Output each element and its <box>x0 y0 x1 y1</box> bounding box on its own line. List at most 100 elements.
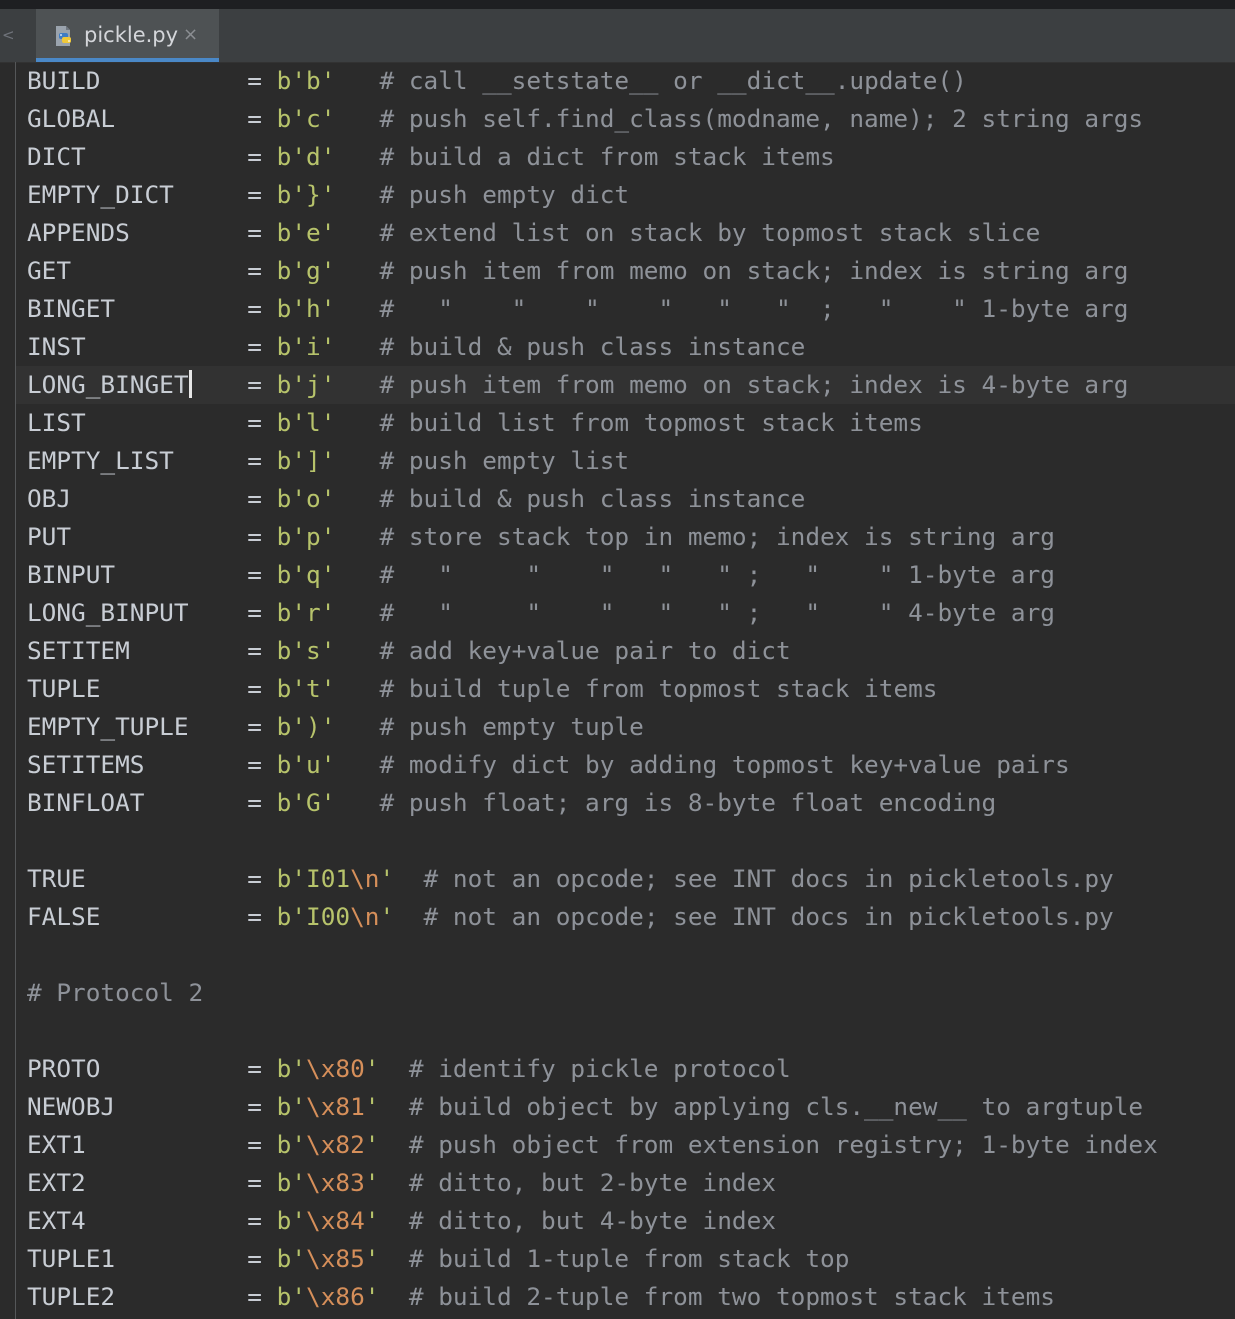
code-line[interactable]: BINPUT = b'q' # " " " " " ; " " 1-byte a… <box>16 556 1235 594</box>
code-text: EMPTY_LIST = b']' # push empty list <box>27 446 629 476</box>
code-line[interactable]: TUPLE = b't' # build tuple from topmost … <box>16 670 1235 708</box>
constant-name: PUT <box>27 522 72 551</box>
constant-name: EMPTY_TUPLE <box>27 712 189 741</box>
code-line[interactable]: PUT = b'p' # store stack top in memo; in… <box>16 518 1235 556</box>
code-line[interactable]: EXT4 = b'\x84' # ditto, but 4-byte index <box>16 1202 1235 1240</box>
code-editor[interactable]: BUILD = b'b' # call __setstate__ or __di… <box>0 62 1235 1319</box>
bytes-literal: b'u' <box>276 750 336 779</box>
assignment-operator: = <box>247 902 277 931</box>
comment-padding <box>335 66 379 95</box>
code-line[interactable]: SETITEM = b's' # add key+value pair to d… <box>16 632 1235 670</box>
comment-padding <box>335 750 379 779</box>
assignment-operator: = <box>247 332 277 361</box>
assignment-operator: = <box>247 1168 277 1197</box>
comment-padding <box>379 1092 408 1121</box>
inline-comment: # push float; arg is 8-byte float encodi… <box>379 788 997 817</box>
code-text: EXT2 = b'\x83' # ditto, but 2-byte index <box>27 1168 776 1198</box>
code-line[interactable]: LONG_BINPUT = b'r' # " " " " " ; " " 4-b… <box>16 594 1235 632</box>
code-line[interactable]: LIST = b'l' # build list from topmost st… <box>16 404 1235 442</box>
code-line[interactable]: SETITEMS = b'u' # modify dict by adding … <box>16 746 1235 784</box>
comment-padding <box>335 294 379 323</box>
code-line[interactable]: EMPTY_LIST = b']' # push empty list <box>16 442 1235 480</box>
assignment-operator: = <box>247 864 277 893</box>
assignment-operator: = <box>247 674 277 703</box>
tab-pickle-py[interactable]: pickle.py × <box>36 9 219 62</box>
bytes-literal: b'q' <box>276 560 336 589</box>
code-line[interactable]: LONG_BINGET = b'j' # push item from memo… <box>16 366 1235 404</box>
close-tab-icon[interactable]: × <box>183 25 198 45</box>
code-text: TRUE = b'I01\n' # not an opcode; see INT… <box>27 864 1114 894</box>
escape-sequence: \x80 <box>306 1054 365 1083</box>
bytes-literal: b'l' <box>276 408 336 437</box>
code-line[interactable]: BINFLOAT = b'G' # push float; arg is 8-b… <box>16 784 1235 822</box>
escape-sequence: \x82 <box>306 1130 365 1159</box>
bytes-literal-end: ' <box>364 1244 380 1273</box>
tab-filename: pickle.py <box>84 23 179 47</box>
inline-comment: # build a dict from stack items <box>379 142 835 171</box>
bytes-literal: b'o' <box>276 484 336 513</box>
code-line[interactable]: # Protocol 2 <box>16 974 1235 1012</box>
code-line[interactable]: GLOBAL = b'c' # push self.find_class(mod… <box>16 100 1235 138</box>
code-line[interactable]: TUPLE1 = b'\x85' # build 1-tuple from st… <box>16 1240 1235 1278</box>
constant-name: PROTO <box>27 1054 101 1083</box>
inline-comment: # build 2-tuple from two topmost stack i… <box>408 1282 1055 1311</box>
assignment-operator: = <box>247 408 277 437</box>
bytes-literal: b'c' <box>276 104 336 133</box>
comment-padding <box>379 1130 408 1159</box>
code-line[interactable]: BINGET = b'h' # " " " " " " ; " " 1-byte… <box>16 290 1235 328</box>
code-line[interactable]: EMPTY_DICT = b'}' # push empty dict <box>16 176 1235 214</box>
code-line[interactable] <box>16 822 1235 860</box>
code-line[interactable]: PROTO = b'\x80' # identify pickle protoc… <box>16 1050 1235 1088</box>
code-line[interactable]: DICT = b'd' # build a dict from stack it… <box>16 138 1235 176</box>
code-line[interactable]: TRUE = b'I01\n' # not an opcode; see INT… <box>16 860 1235 898</box>
comment-padding <box>335 180 379 209</box>
comment-padding <box>379 1282 408 1311</box>
comment-padding <box>335 408 379 437</box>
comment-padding <box>379 1206 408 1235</box>
constant-name: OBJ <box>27 484 72 513</box>
inline-comment: # " " " " " ; " " 4-byte arg <box>379 598 1055 627</box>
code-line[interactable]: NEWOBJ = b'\x81' # build object by apply… <box>16 1088 1235 1126</box>
assignment-operator: = <box>247 598 277 627</box>
inline-comment: # add key+value pair to dict <box>379 636 791 665</box>
code-line[interactable]: EMPTY_TUPLE = b')' # push empty tuple <box>16 708 1235 746</box>
inline-comment: # build & push class instance <box>379 484 806 513</box>
code-line[interactable]: BUILD = b'b' # call __setstate__ or __di… <box>16 62 1235 100</box>
code-text: BUILD = b'b' # call __setstate__ or __di… <box>27 66 967 96</box>
code-line[interactable]: OBJ = b'o' # build & push class instance <box>16 480 1235 518</box>
code-line[interactable]: FALSE = b'I00\n' # not an opcode; see IN… <box>16 898 1235 936</box>
assignment-operator: = <box>247 180 277 209</box>
code-line[interactable]: APPENDS = b'e' # extend list on stack by… <box>16 214 1235 252</box>
bytes-literal-end: ' <box>379 902 395 931</box>
inline-comment: # build & push class instance <box>379 332 806 361</box>
bytes-literal: b' <box>276 1092 307 1121</box>
bytes-literal-end: ' <box>379 864 395 893</box>
code-line[interactable]: EXT2 = b'\x83' # ditto, but 2-byte index <box>16 1164 1235 1202</box>
constant-name: EMPTY_LIST <box>27 446 174 475</box>
assignment-operator: = <box>247 218 277 247</box>
code-line[interactable]: TUPLE2 = b'\x86' # build 2-tuple from tw… <box>16 1278 1235 1316</box>
assignment-operator: = <box>247 1054 277 1083</box>
bytes-literal: b']' <box>276 446 336 475</box>
inline-comment: # " " " " " " ; " " 1-byte arg <box>379 294 1129 323</box>
comment-padding <box>335 674 379 703</box>
comment-padding <box>394 902 423 931</box>
constant-name: TUPLE1 <box>27 1244 116 1273</box>
code-line[interactable]: INST = b'i' # build & push class instanc… <box>16 328 1235 366</box>
code-line[interactable] <box>16 1012 1235 1050</box>
scroll-tabs-left-icon[interactable]: < <box>2 27 16 43</box>
escape-sequence: \x85 <box>306 1244 365 1273</box>
constant-name: GET <box>27 256 72 285</box>
code-line[interactable]: GET = b'g' # push item from memo on stac… <box>16 252 1235 290</box>
comment-padding <box>335 104 379 133</box>
code-line[interactable]: EXT1 = b'\x82' # push object from extens… <box>16 1126 1235 1164</box>
code-text: GET = b'g' # push item from memo on stac… <box>27 256 1128 286</box>
inline-comment: # push item from memo on stack; index is… <box>379 370 1129 399</box>
comment-padding <box>379 1244 408 1273</box>
bytes-literal: b' <box>276 1130 307 1159</box>
code-line[interactable] <box>16 936 1235 974</box>
code-text: TUPLE1 = b'\x85' # build 1-tuple from st… <box>27 1244 849 1274</box>
code-text: LIST = b'l' # build list from topmost st… <box>27 408 923 438</box>
inline-comment: # build object by applying cls.__new__ t… <box>408 1092 1144 1121</box>
bytes-literal: b' <box>276 1054 307 1083</box>
